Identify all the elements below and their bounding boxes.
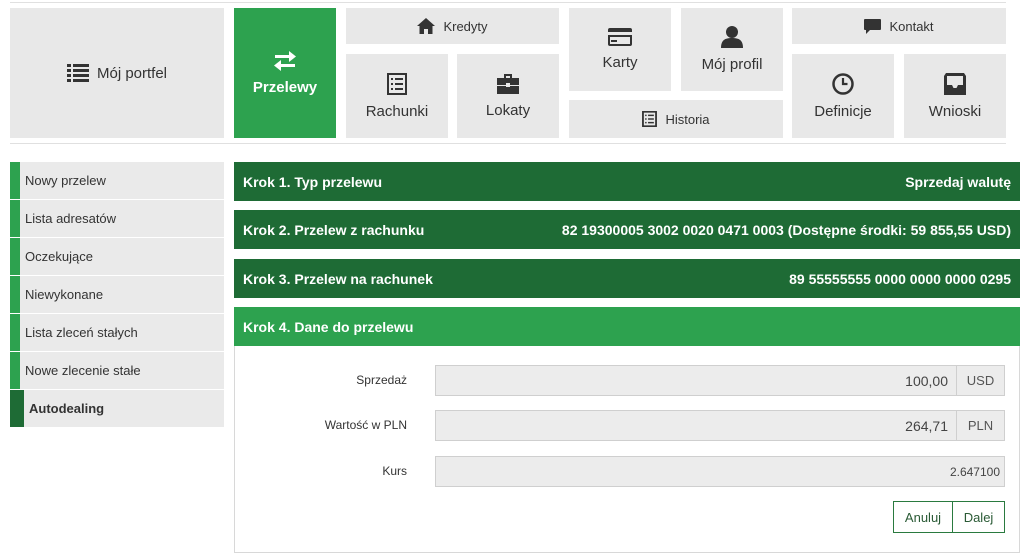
top-divider — [10, 2, 1006, 3]
sidebar-item-label: Nowy przelew — [25, 173, 106, 188]
nav-tile-label: Karty — [602, 54, 638, 71]
sidebar-item-label: Nowe zlecenie stałe — [25, 363, 141, 378]
document-list-icon — [642, 111, 665, 127]
sale-amount-input[interactable]: 100,00 — [435, 365, 957, 396]
list-icon — [66, 63, 97, 83]
nav-tile-transfers[interactable]: Przelewy — [234, 8, 336, 138]
briefcase-icon — [497, 73, 519, 102]
inbox-tray-icon — [944, 72, 966, 103]
step-4-header: Krok 4. Dane do przelewu — [234, 307, 1020, 346]
nav-tile-label: Rachunki — [365, 102, 429, 120]
document-list-icon — [387, 72, 407, 103]
credit-card-icon — [608, 28, 632, 54]
chat-bubble-icon — [864, 18, 889, 34]
sidebar-item-label: Lista zleceń stałych — [25, 325, 138, 340]
nav-tile-contact[interactable]: Kontakt — [792, 8, 1006, 44]
pln-value-input[interactable]: 264,71 — [435, 410, 957, 441]
sidebar-item-label: Lista adresatów — [25, 211, 117, 226]
sale-currency-unit: USD — [957, 365, 1005, 396]
step-title: Krok 3. Przelew na rachunek — [243, 270, 433, 287]
step-value: Sprzedaj walutę — [905, 173, 1011, 190]
pln-value-label: Wartość w PLN — [324, 418, 407, 432]
nav-tile-label: Definicje — [814, 102, 872, 120]
nav-tile-definitions[interactable]: Definicje — [792, 54, 894, 138]
nav-tile-label: Kredyty — [443, 18, 488, 34]
nav-tile-label: Przelewy — [252, 78, 318, 96]
cancel-button[interactable]: Anuluj — [893, 501, 953, 533]
step-title: Krok 4. Dane do przelewu — [243, 318, 414, 335]
step-title: Krok 2. Przelew z rachunku — [243, 221, 425, 238]
nav-tile-label: Historia — [665, 111, 710, 127]
nav-tile-label: Lokaty — [485, 101, 531, 119]
sale-label: Sprzedaż — [356, 373, 407, 387]
step-3-header[interactable]: Krok 3. Przelew na rachunek 89 55555555 … — [234, 259, 1020, 298]
nav-tile-history[interactable]: Historia — [569, 100, 783, 138]
clock-icon — [832, 72, 854, 103]
sidebar-item-label: Niewykonane — [25, 287, 104, 302]
sidebar-item-recipients[interactable]: Lista adresatów — [10, 200, 224, 237]
nav-tile-requests[interactable]: Wnioski — [904, 54, 1006, 138]
step-value: 82 19300005 3002 0020 0471 0003 (Dostępn… — [561, 221, 1011, 238]
nav-tile-label: Wnioski — [928, 102, 982, 120]
step-2-header[interactable]: Krok 2. Przelew z rachunku 82 19300005 3… — [234, 210, 1020, 249]
sidebar-item-new-transfer[interactable]: Nowy przelew — [10, 162, 224, 199]
sidebar-item-label: Oczekujące — [25, 249, 93, 264]
nav-tile-portfolio[interactable]: Mój portfel — [10, 8, 224, 138]
nav-tile-profile[interactable]: Mój profil — [681, 8, 783, 91]
step-1-header[interactable]: Krok 1. Typ przelewu Sprzedaj walutę — [234, 162, 1020, 201]
sidebar-item-new-standing-order[interactable]: Nowe zlecenie stałe — [10, 352, 224, 389]
step-title: Krok 1. Typ przelewu — [243, 173, 382, 190]
sidebar-item-standing-orders[interactable]: Lista zleceń stałych — [10, 314, 224, 351]
sidebar-item-label: Autodealing — [29, 401, 105, 416]
exchange-rate-input[interactable]: 2.647100 — [435, 456, 1005, 487]
home-icon — [417, 18, 443, 34]
pln-currency-unit: PLN — [957, 410, 1005, 441]
nav-divider — [10, 143, 1006, 144]
nav-tile-cards[interactable]: Karty — [569, 8, 671, 91]
nav-tile-deposits[interactable]: Lokaty — [457, 54, 559, 138]
nav-tile-accounts[interactable]: Rachunki — [346, 54, 448, 138]
nav-tile-label: Mój profil — [701, 56, 763, 73]
sidebar-item-autodealing[interactable]: Autodealing — [10, 390, 224, 427]
nav-tile-label: Mój portfel — [96, 64, 168, 82]
transfer-arrows-icon — [273, 50, 297, 79]
sidebar-item-failed[interactable]: Niewykonane — [10, 276, 224, 313]
transfer-details-panel: Sprzedaż 100,00 USD Wartość w PLN 264,71… — [234, 346, 1020, 553]
user-icon — [721, 26, 743, 56]
sidebar-item-pending[interactable]: Oczekujące — [10, 238, 224, 275]
rate-label: Kurs — [382, 464, 407, 478]
next-button[interactable]: Dalej — [952, 501, 1005, 533]
step-value: 89 55555555 0000 0000 0000 0295 — [789, 270, 1011, 287]
nav-tile-credits[interactable]: Kredyty — [346, 8, 559, 44]
nav-tile-label: Kontakt — [889, 18, 934, 34]
